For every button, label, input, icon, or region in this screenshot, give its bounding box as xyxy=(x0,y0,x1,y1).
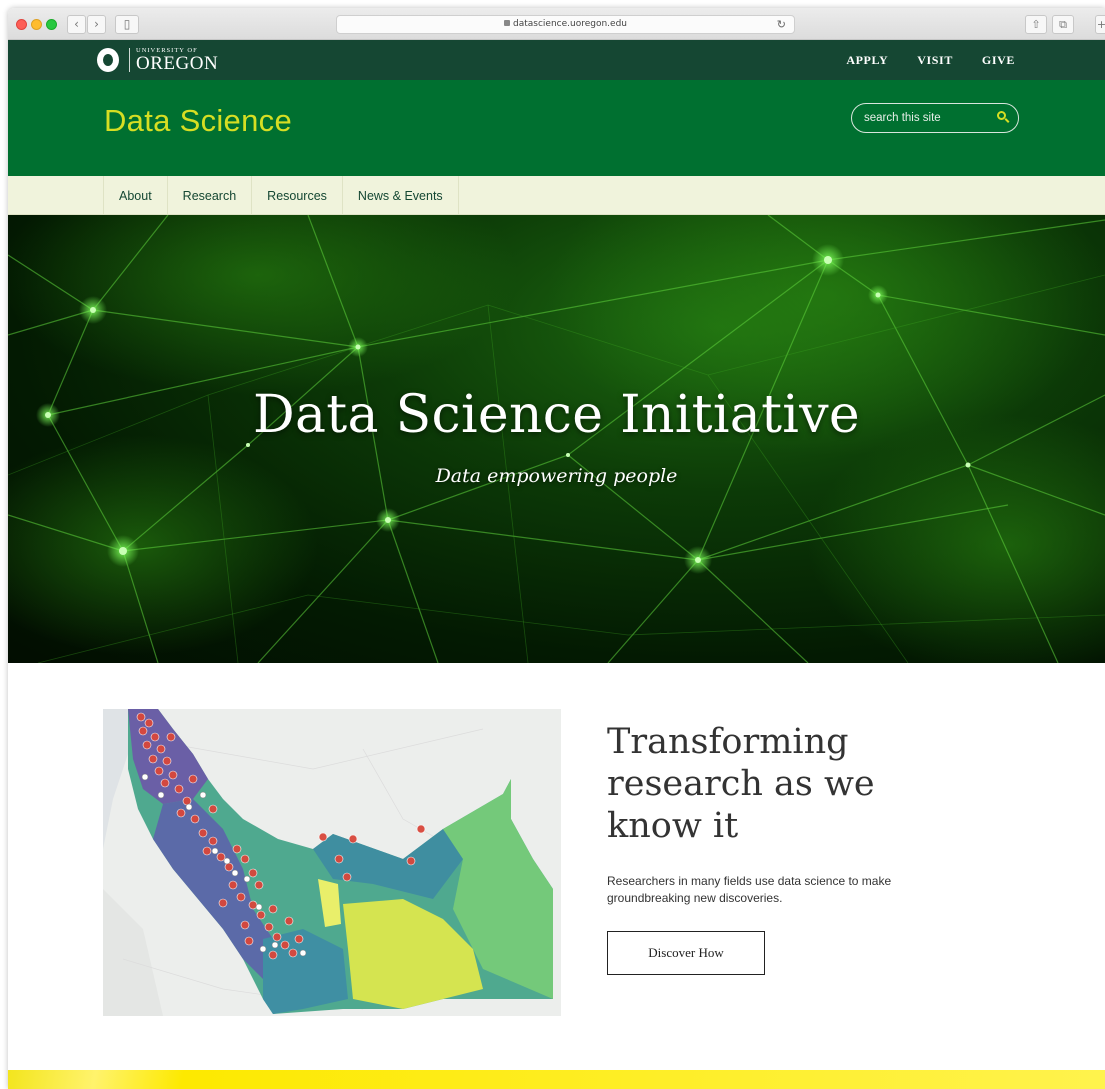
close-window-button[interactable] xyxy=(16,19,27,30)
utility-links: APPLY VISIT GIVE xyxy=(817,40,1015,80)
browser-window: ‹ › ▯ datascience.uoregon.edu ↻ ⇧ ⧉ + UN… xyxy=(8,8,1105,1089)
university-logo[interactable]: UNIVERSITY OF OREGON xyxy=(97,47,218,73)
zoom-window-button[interactable] xyxy=(46,19,57,30)
o-logo-icon xyxy=(97,48,119,72)
site-header: Data Science xyxy=(8,80,1105,176)
hero-banner: Data Science Initiative Data empowering … xyxy=(8,215,1105,663)
forward-button[interactable]: › xyxy=(87,15,106,34)
feature-section: Transforming research as we know it Rese… xyxy=(8,663,1105,1063)
browser-toolbar: ‹ › ▯ datascience.uoregon.edu ↻ ⇧ ⧉ + xyxy=(8,8,1105,40)
search-box xyxy=(851,103,1019,133)
feature-title: Transforming research as we know it xyxy=(607,722,875,846)
chevron-right-icon: › xyxy=(94,17,99,31)
map-graphic xyxy=(103,709,561,1016)
logo-wordmark: UNIVERSITY OF OREGON xyxy=(136,47,218,73)
minimize-window-button[interactable] xyxy=(31,19,42,30)
tabs-icon: ⧉ xyxy=(1059,18,1067,31)
yellow-footer-band xyxy=(8,1070,1105,1089)
hero-subtitle: Data empowering people xyxy=(435,465,678,487)
website: UNIVERSITY OF OREGON APPLY VISIT GIVE Da… xyxy=(8,40,1105,1063)
url-text: datascience.uoregon.edu xyxy=(513,19,627,29)
lock-icon xyxy=(504,20,510,26)
new-tab-button[interactable]: + xyxy=(1095,15,1105,34)
logo-divider xyxy=(129,48,130,72)
feature-description: Researchers in many fields use data scie… xyxy=(607,874,892,905)
share-button[interactable]: ⇧ xyxy=(1025,15,1047,34)
hero-title: Data Science Initiative xyxy=(253,385,860,445)
site-title[interactable]: Data Science xyxy=(104,103,292,139)
nav-item-about[interactable]: About xyxy=(104,176,168,215)
nav-item-research[interactable]: Research xyxy=(168,176,253,215)
plus-icon: + xyxy=(1096,18,1105,31)
chevron-left-icon: ‹ xyxy=(74,17,79,31)
reload-icon[interactable]: ↻ xyxy=(777,16,786,33)
tabs-overview-button[interactable]: ⧉ xyxy=(1052,15,1074,34)
address-bar[interactable]: datascience.uoregon.edu ↻ xyxy=(336,15,795,34)
share-icon: ⇧ xyxy=(1031,18,1041,31)
back-button[interactable]: ‹ xyxy=(67,15,86,34)
search-icon[interactable] xyxy=(997,111,1006,120)
nav-item-news-events[interactable]: News & Events xyxy=(343,176,459,215)
sidebar-icon: ▯ xyxy=(123,17,131,31)
university-bar: UNIVERSITY OF OREGON APPLY VISIT GIVE xyxy=(8,40,1105,80)
logo-big-text: OREGON xyxy=(136,53,219,74)
apply-link[interactable]: APPLY xyxy=(846,53,888,68)
give-link[interactable]: GIVE xyxy=(982,53,1015,68)
search-input[interactable] xyxy=(864,104,994,132)
main-navigation: About Research Resources News & Events xyxy=(8,176,1105,215)
discover-how-button[interactable]: Discover How xyxy=(607,931,765,975)
sidebar-toggle-button[interactable]: ▯ xyxy=(115,15,139,34)
visit-link[interactable]: VISIT xyxy=(917,53,953,68)
research-map-image xyxy=(103,709,561,1016)
nav-item-resources[interactable]: Resources xyxy=(252,176,343,215)
